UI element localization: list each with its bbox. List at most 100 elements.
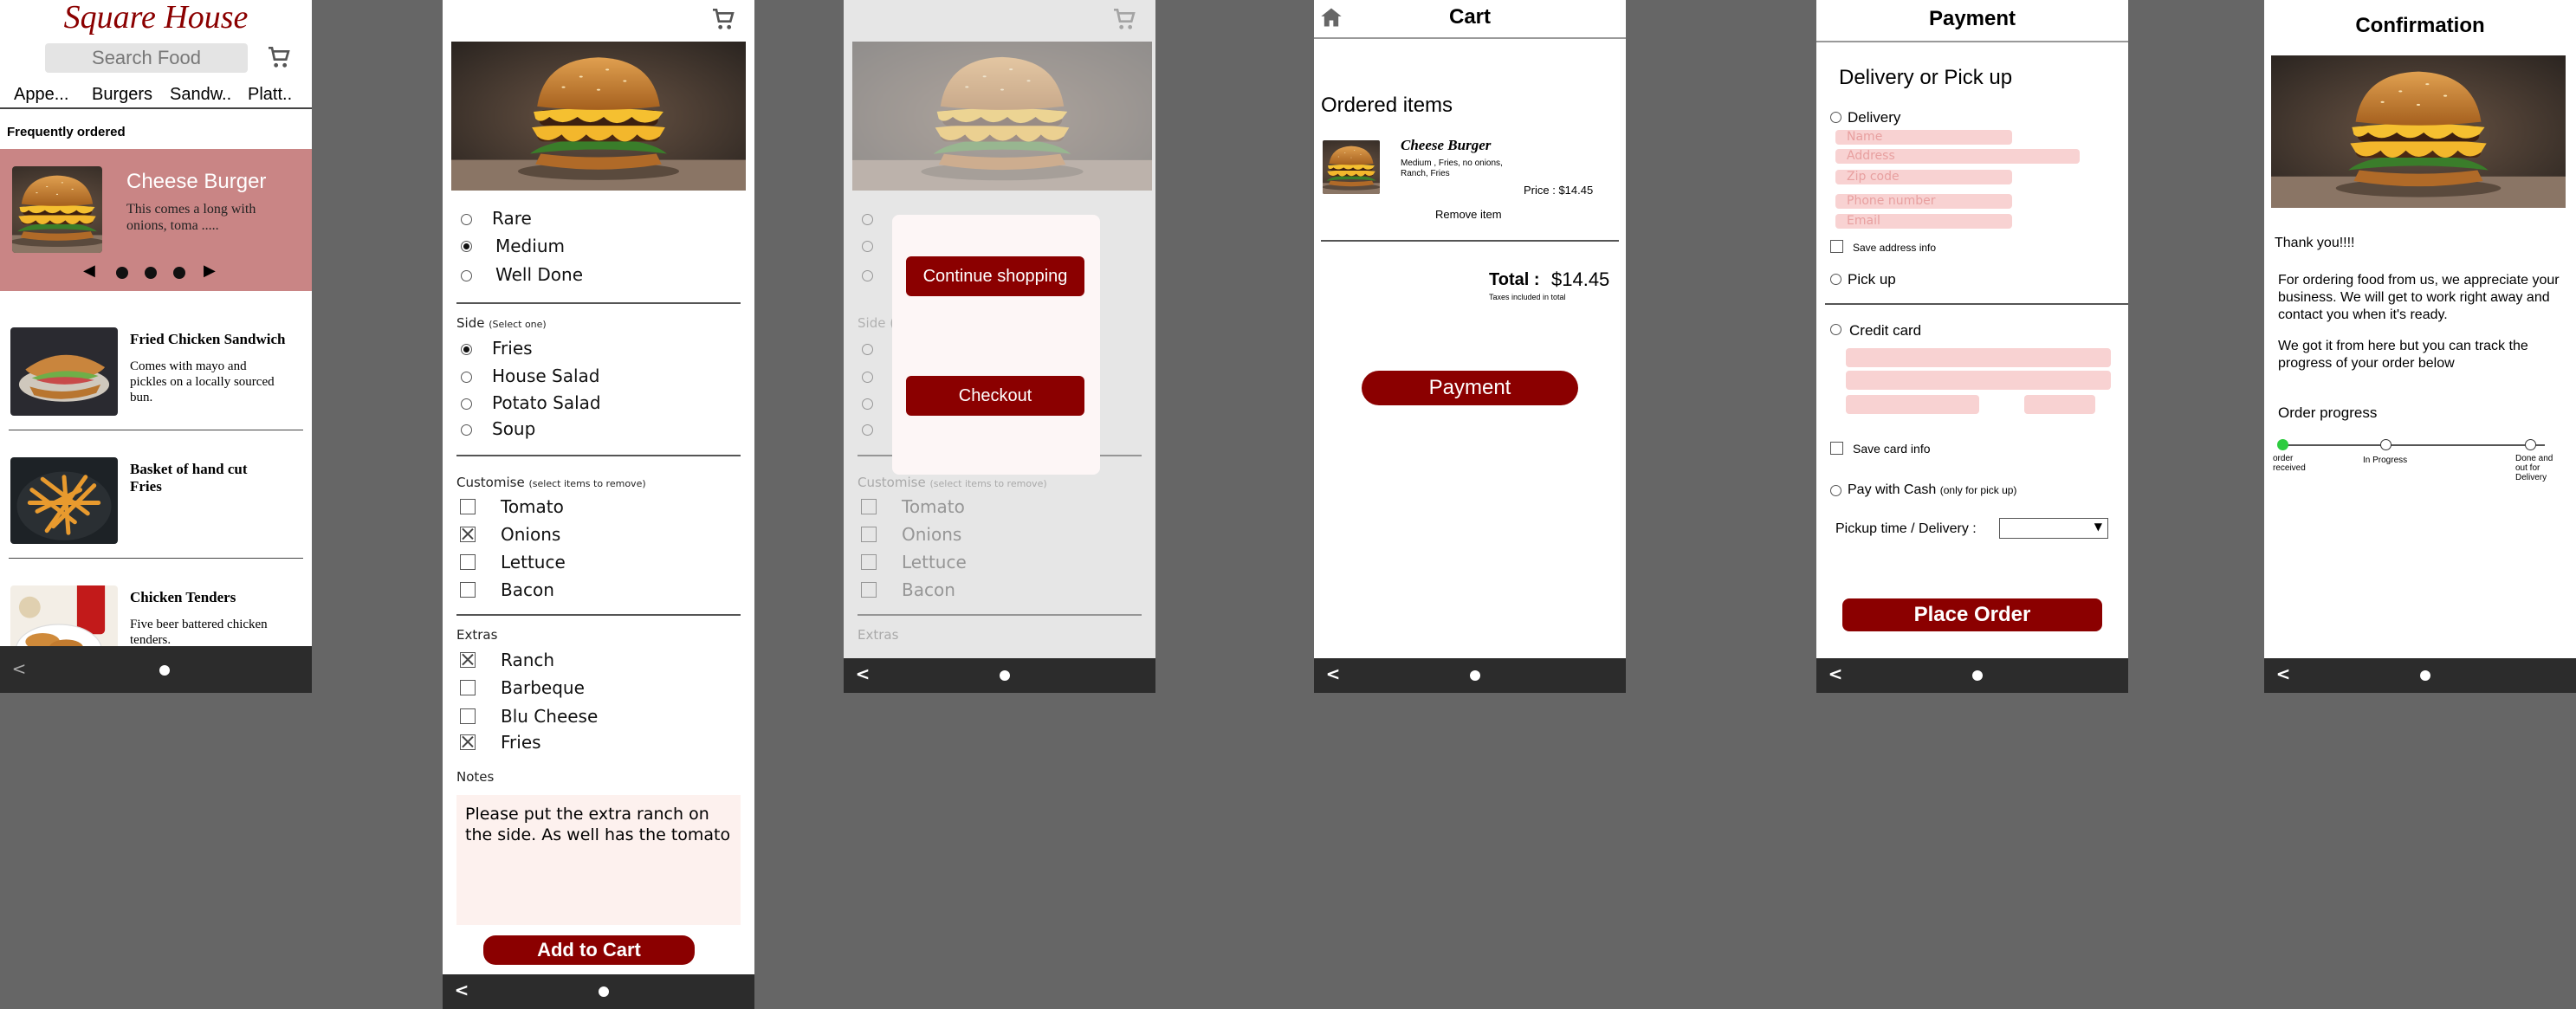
taxes-note: Taxes included in total xyxy=(1489,293,1566,301)
carousel-prev-button[interactable]: ◀ xyxy=(83,262,95,280)
item-image xyxy=(10,457,118,544)
side-radio[interactable] xyxy=(461,398,472,410)
card-number-field[interactable] xyxy=(1846,348,2111,367)
carousel-dot[interactable] xyxy=(116,267,128,279)
customise-checkbox[interactable] xyxy=(460,554,476,570)
back-icon[interactable]: < xyxy=(443,980,481,1000)
side-radio[interactable] xyxy=(461,424,472,436)
delivery-radio[interactable] xyxy=(1830,112,1841,123)
back-icon[interactable]: < xyxy=(2264,663,2302,684)
menu-item[interactable]: Chicken Tenders Five beer battered chick… xyxy=(0,573,312,647)
side-label: Soup xyxy=(492,418,536,439)
divider xyxy=(1825,303,2128,305)
side-radio xyxy=(862,372,873,383)
category-tab-3[interactable]: Platt.. xyxy=(248,85,292,105)
item-name: Cheese Burger xyxy=(1401,137,1492,153)
extras-title: Extras xyxy=(858,627,899,643)
extras-checkbox[interactable] xyxy=(460,680,476,695)
credit-card-radio[interactable] xyxy=(1830,324,1841,335)
side-radio xyxy=(862,398,873,410)
doneness-label: Well Done xyxy=(495,264,583,285)
home-dot-icon[interactable] xyxy=(159,665,170,676)
home-dot-icon[interactable] xyxy=(1470,670,1480,681)
doneness-radio[interactable] xyxy=(461,241,472,252)
cash-label: Pay with Cash (only for pick up) xyxy=(1848,482,2017,497)
save-card-label: Save card info xyxy=(1853,442,1931,456)
pickup-time-select[interactable]: ▼ xyxy=(1999,518,2108,539)
menu-item[interactable]: Fried Chicken Sandwich Comes with mayo a… xyxy=(0,317,312,430)
side-label: House Salad xyxy=(492,365,600,386)
extras-label: Fries xyxy=(501,732,541,753)
card-expiry-field[interactable] xyxy=(1846,395,1979,414)
extras-checkbox[interactable] xyxy=(460,652,476,668)
back-icon[interactable]: < xyxy=(1816,663,1854,684)
progress-step-received xyxy=(2277,439,2288,450)
page-title: Confirmation xyxy=(2355,14,2485,37)
doneness-radio xyxy=(862,270,873,281)
customise-checkbox[interactable] xyxy=(460,582,476,598)
delivery-label: Delivery xyxy=(1848,109,1901,126)
category-tab-1[interactable]: Burgers xyxy=(92,85,152,105)
zip-field[interactable]: Zip code xyxy=(1835,170,2012,184)
save-address-checkbox[interactable] xyxy=(1830,240,1843,253)
item-name: Fried Chicken Sandwich xyxy=(130,331,286,347)
back-icon[interactable]: < xyxy=(1314,663,1352,684)
category-tab-0[interactable]: Appe... xyxy=(14,85,68,105)
customise-checkbox[interactable] xyxy=(460,499,476,514)
order-image xyxy=(2271,55,2566,208)
customise-checkbox[interactable] xyxy=(460,527,476,542)
notes-textarea[interactable]: Please put the extra ranch on the side. … xyxy=(456,795,741,925)
total-value: $14.45 xyxy=(1551,268,1610,290)
item-desc: Medium , Fries, no onions, Ranch, Fries xyxy=(1401,158,1503,178)
back-icon[interactable]: < xyxy=(0,658,38,679)
home-dot-icon[interactable] xyxy=(1000,670,1010,681)
search-input[interactable]: Search Food xyxy=(45,43,248,73)
pickup-label: Pick up xyxy=(1848,271,1896,288)
name-field[interactable]: Name xyxy=(1835,130,2012,145)
home-dot-icon[interactable] xyxy=(599,986,609,997)
extras-checkbox[interactable] xyxy=(460,734,476,750)
featured-card[interactable]: Cheese Burger This comes a long with oni… xyxy=(0,149,312,291)
doneness-radio[interactable] xyxy=(461,270,472,281)
home-dot-icon[interactable] xyxy=(1972,670,1983,681)
product-image xyxy=(852,42,1152,191)
address-field[interactable]: Address xyxy=(1835,149,2080,164)
cart-icon[interactable] xyxy=(1110,5,1138,33)
phone-field[interactable]: Phone number xyxy=(1835,194,2012,209)
category-tab-2[interactable]: Sandw.. xyxy=(170,85,231,105)
email-field[interactable]: Email xyxy=(1835,214,2012,229)
item-name: Chicken Tenders xyxy=(130,589,236,605)
carousel-dot[interactable] xyxy=(145,267,157,279)
card-name-field[interactable] xyxy=(1846,371,2111,390)
customise-checkbox xyxy=(861,554,877,570)
card-cvv-field[interactable] xyxy=(2024,395,2095,414)
place-order-button[interactable]: Place Order xyxy=(1842,598,2102,631)
checkout-button[interactable]: Checkout xyxy=(906,376,1084,416)
side-radio[interactable] xyxy=(461,372,472,383)
divider xyxy=(1816,41,2128,42)
divider xyxy=(858,614,1142,616)
back-icon[interactable]: < xyxy=(844,663,882,684)
add-to-cart-button[interactable]: Add to Cart xyxy=(483,935,695,965)
pickup-radio[interactable] xyxy=(1830,274,1841,285)
payment-button[interactable]: Payment xyxy=(1362,371,1578,405)
customise-label: Tomato xyxy=(902,496,965,517)
cash-radio[interactable] xyxy=(1830,485,1841,496)
extras-checkbox[interactable] xyxy=(460,708,476,724)
continue-shopping-button[interactable]: Continue shopping xyxy=(906,256,1084,296)
doneness-radio[interactable] xyxy=(461,214,472,225)
menu-item[interactable]: Basket of hand cut Fries xyxy=(0,445,312,558)
side-radio[interactable] xyxy=(461,344,472,355)
cart-icon[interactable] xyxy=(709,5,737,33)
carousel-dot[interactable] xyxy=(173,267,185,279)
side-radio xyxy=(862,344,873,355)
notes-title: Notes xyxy=(456,769,495,785)
carousel-next-button[interactable]: ▶ xyxy=(204,262,216,280)
divider xyxy=(456,455,741,456)
progress-track xyxy=(2283,444,2545,446)
page-title: Payment xyxy=(1928,7,2016,30)
home-dot-icon[interactable] xyxy=(2420,670,2430,681)
save-card-checkbox[interactable] xyxy=(1830,442,1843,455)
remove-item-link[interactable]: Remove item xyxy=(1435,208,1502,221)
cart-icon[interactable] xyxy=(265,43,293,71)
